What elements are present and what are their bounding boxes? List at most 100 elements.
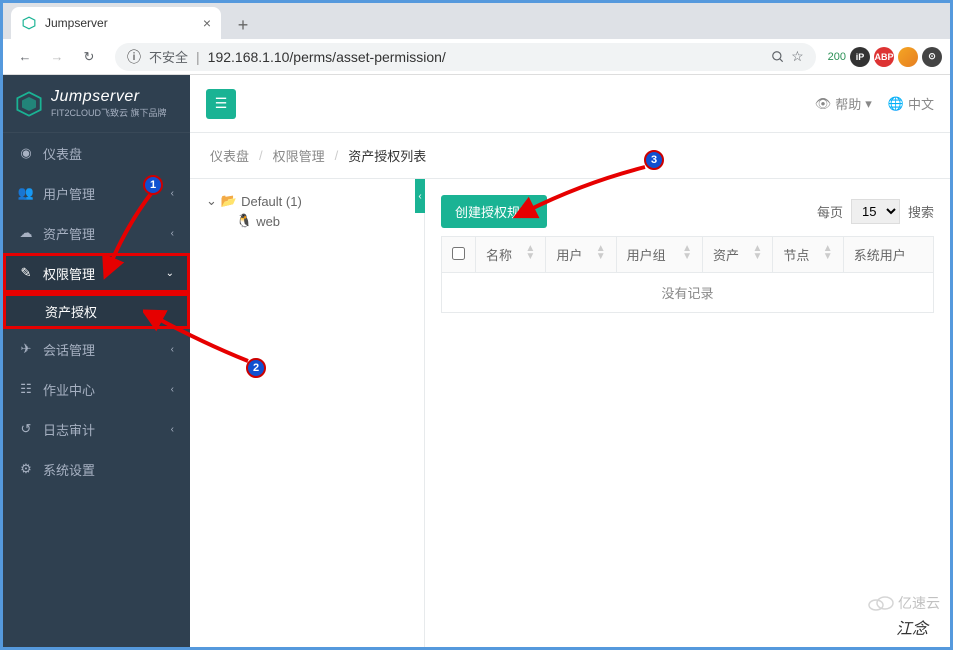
bc-dashboard[interactable]: 仪表盘 <box>210 146 249 165</box>
url-text: 192.168.1.10/perms/asset-permission/ <box>208 49 446 65</box>
ext-abp-icon[interactable]: ABP <box>874 47 894 67</box>
info-icon: ⓘ <box>127 47 141 67</box>
th-usergroup[interactable]: 用户组▲▼ <box>616 237 702 273</box>
select-all-checkbox[interactable] <box>452 247 465 260</box>
nav-job-center[interactable]: ☷ 作业中心 ‹ <box>3 369 190 409</box>
bc-current: 资产授权列表 <box>348 146 426 165</box>
annotation-marker-3: 3 <box>644 150 664 170</box>
sidebar-toggle-button[interactable]: ☰ <box>206 89 236 119</box>
tab-favicon-icon <box>21 15 37 31</box>
security-warning: 不安全 <box>149 47 188 66</box>
bookmark-icon[interactable]: ☆ <box>791 48 804 65</box>
ext-gray-icon[interactable]: ⊙ <box>922 47 942 67</box>
per-page-select[interactable]: 15 <box>851 199 900 224</box>
logo-subtitle: FIT2CLOUD飞致云 旗下品牌 <box>51 106 167 119</box>
lang-link[interactable]: 🌐 中文 <box>888 94 934 113</box>
gear-icon: ⚙ <box>19 461 33 477</box>
nav-system-settings[interactable]: ⚙ 系统设置 <box>3 449 190 489</box>
logo-title: Jumpserver <box>51 88 167 106</box>
tab-close-icon[interactable]: × <box>203 15 211 31</box>
help-link[interactable]: 👁 帮助 ▾ <box>815 94 872 113</box>
url-separator: | <box>196 49 200 65</box>
bc-sep: / <box>335 148 339 163</box>
per-page-label: 每页 <box>817 202 843 221</box>
chevron-left-icon: ‹ <box>171 344 174 355</box>
folder-open-icon: 📂 <box>221 193 237 209</box>
tree-child-label: web <box>256 214 280 229</box>
nav-label: 日志审计 <box>43 420 95 439</box>
nav-dashboard[interactable]: ◉ 仪表盘 <box>3 133 190 173</box>
sort-icon: ▲▼ <box>596 245 606 261</box>
sort-icon: ▲▼ <box>525 245 535 261</box>
th-user[interactable]: 用户▲▼ <box>546 237 616 273</box>
history-icon: ↺ <box>19 421 33 437</box>
nav-label: 用户管理 <box>43 184 95 203</box>
back-button[interactable]: ← <box>11 43 39 71</box>
nav-session-mgmt[interactable]: ✈ 会话管理 ‹ <box>3 329 190 369</box>
chevron-left-icon: ‹ <box>171 228 174 239</box>
th-asset[interactable]: 资产▲▼ <box>703 237 773 273</box>
caret-down-icon: ▾ <box>865 96 872 112</box>
tree-child[interactable]: 🐧 web <box>206 211 408 231</box>
annotation-marker-1: 1 <box>143 175 163 195</box>
main-content: ☰ 👁 帮助 ▾ 🌐 中文 仪表盘 / 权限管理 / 资产授权列表 <box>190 75 950 647</box>
new-tab-button[interactable]: + <box>229 11 257 39</box>
eye-icon: 👁 <box>815 96 832 112</box>
ext-ip-icon[interactable]: iP <box>850 47 870 67</box>
tree-panel: ‹ ⌄ 📂 Default (1) 🐧 web <box>190 179 425 647</box>
url-bar[interactable]: ⓘ 不安全 | 192.168.1.10/perms/asset-permiss… <box>115 43 816 71</box>
nav-label: 系统设置 <box>43 460 95 479</box>
ext-orange-icon[interactable] <box>898 47 918 67</box>
table-toolbar: 创建授权规则 每页 15 搜索 <box>441 195 934 228</box>
sort-icon: ▲▼ <box>682 245 692 261</box>
sort-icon: ▲▼ <box>823 245 833 261</box>
table-panel: 创建授权规则 每页 15 搜索 名称▲▼ 用户▲▼ <box>425 179 950 647</box>
forward-button[interactable]: → <box>43 43 71 71</box>
browser-toolbar: ← → ↻ ⓘ 不安全 | 192.168.1.10/perms/asset-p… <box>3 39 950 75</box>
nav-label: 仪表盘 <box>43 144 82 163</box>
table-empty-row: 没有记录 <box>442 273 934 313</box>
nav-perm-mgmt[interactable]: ✎ 权限管理 ⌄ <box>3 253 190 293</box>
nav-asset-auth[interactable]: 资产授权 <box>3 293 190 329</box>
users-icon: 👥 <box>19 185 33 201</box>
edit-icon: ✎ <box>19 265 33 281</box>
cloud-icon: ☁ <box>19 225 33 241</box>
chevron-down-icon: ⌄ <box>166 268 174 279</box>
chevron-left-icon: ‹ <box>171 424 174 435</box>
empty-message: 没有记录 <box>442 273 934 313</box>
tree-root-label: Default (1) <box>241 194 302 209</box>
create-rule-button[interactable]: 创建授权规则 <box>441 195 547 228</box>
globe-icon: 🌐 <box>888 96 904 112</box>
th-name[interactable]: 名称▲▼ <box>476 237 546 273</box>
th-node[interactable]: 节点▲▼ <box>773 237 843 273</box>
topbar: ☰ 👁 帮助 ▾ 🌐 中文 <box>190 75 950 133</box>
annotation-marker-2: 2 <box>246 358 266 378</box>
nav-label: 资产管理 <box>43 224 95 243</box>
nav-user-mgmt[interactable]: 👥 用户管理 ‹ <box>3 173 190 213</box>
watermark: 亿速云 <box>868 593 940 613</box>
bc-perm[interactable]: 权限管理 <box>273 146 325 165</box>
tree-root[interactable]: ⌄ 📂 Default (1) <box>206 191 408 211</box>
search-label: 搜索 <box>908 202 934 221</box>
lang-label: 中文 <box>908 94 934 113</box>
th-sysuser[interactable]: 系统用户 <box>843 237 933 273</box>
th-checkbox[interactable] <box>442 237 476 273</box>
help-label: 帮助 <box>835 94 861 113</box>
sort-icon: ▲▼ <box>752 245 762 261</box>
sidebar: Jumpserver FIT2CLOUD飞致云 旗下品牌 ◉ 仪表盘 👥 用户管… <box>3 75 190 647</box>
browser-tab-strip: Jumpserver × + <box>3 3 950 39</box>
chevron-left-icon: ‹ <box>171 384 174 395</box>
search-in-page-icon[interactable] <box>771 50 785 64</box>
reload-button[interactable]: ↻ <box>75 43 103 71</box>
nav-asset-mgmt[interactable]: ☁ 资产管理 ‹ <box>3 213 190 253</box>
stack-icon: ☷ <box>19 381 33 397</box>
nav-sub-perm: 资产授权 <box>3 293 190 329</box>
nav-log-audit[interactable]: ↺ 日志审计 ‹ <box>3 409 190 449</box>
watermark-signature: 江念 <box>896 615 928 639</box>
nav-label: 作业中心 <box>43 380 95 399</box>
browser-tab[interactable]: Jumpserver × <box>11 7 221 39</box>
tree-collapse-button[interactable]: ‹ <box>415 179 425 213</box>
ext-status[interactable]: 200 <box>828 51 846 63</box>
breadcrumb: 仪表盘 / 权限管理 / 资产授权列表 <box>190 133 950 179</box>
linux-icon: 🐧 <box>236 213 252 229</box>
